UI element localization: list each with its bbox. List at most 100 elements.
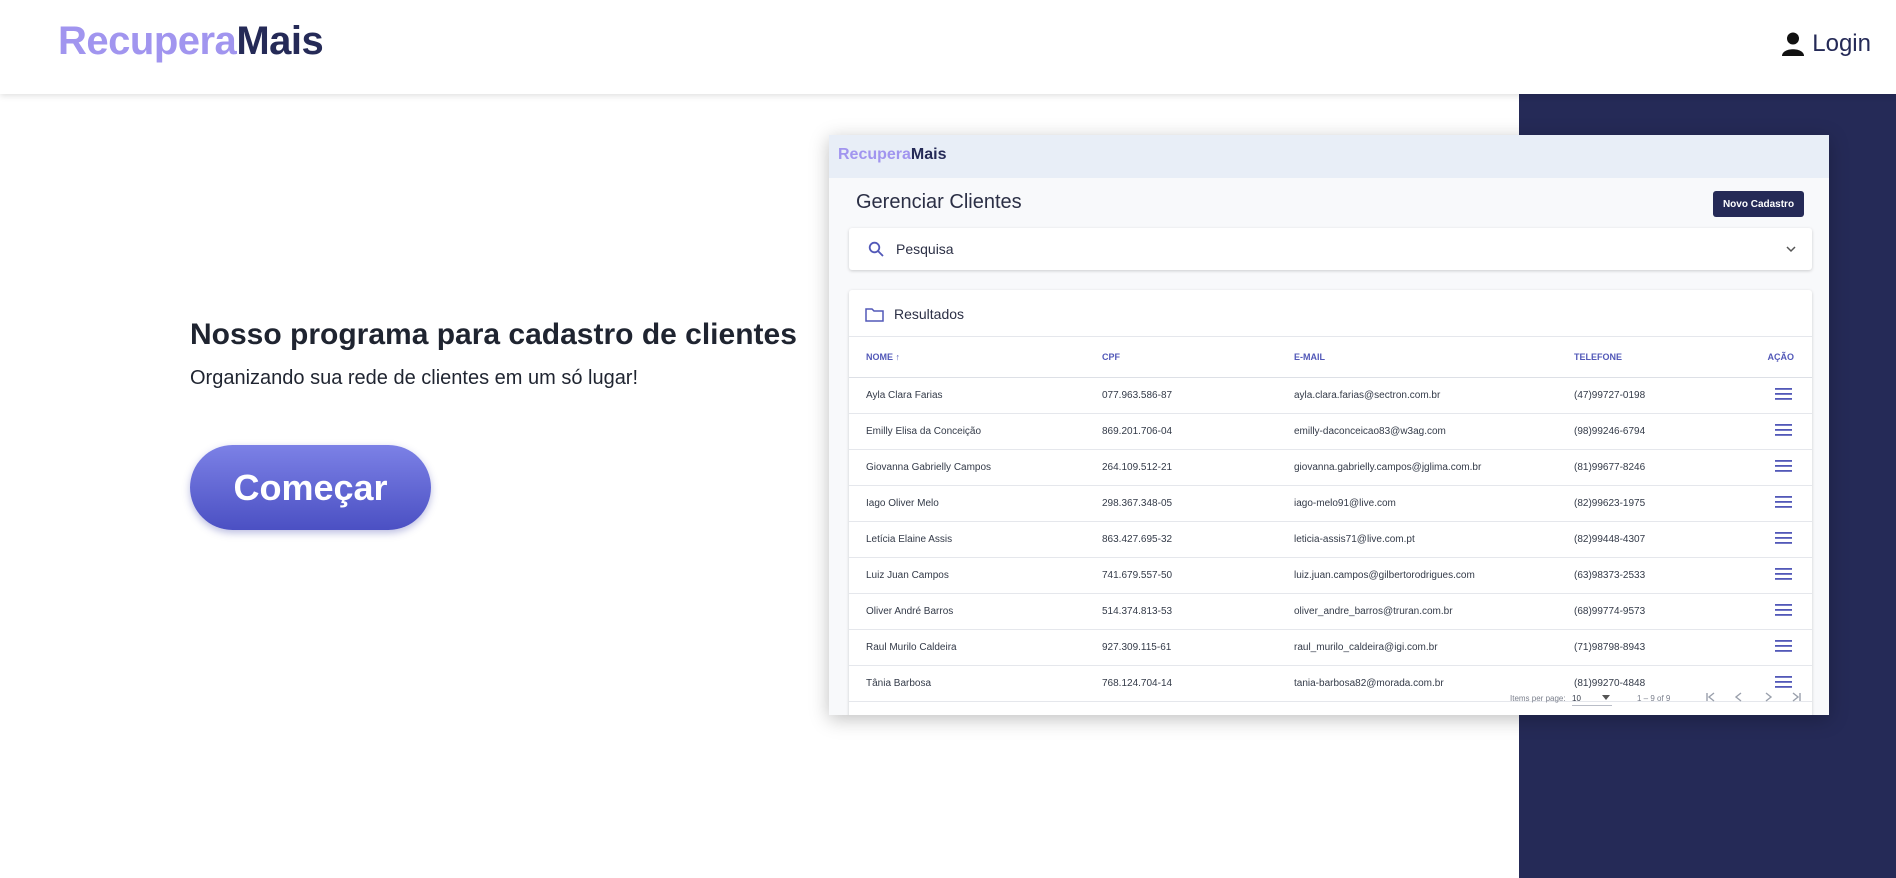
table-row[interactable]: Iago Oliver Melo 298.367.348-05 iago-melo9… <box>849 485 1812 522</box>
table-row[interactable]: Giovanna Gabrielly Campos 264.109.512-21 g… <box>849 449 1812 486</box>
results-header: Resultados <box>849 290 1812 337</box>
cell-email: emilly-daconceicao83@w3ag.com <box>1293 413 1573 450</box>
page-range-label: 1 – 9 of 9 <box>1637 694 1671 703</box>
preview-page-title: Gerenciar Clientes <box>856 191 1022 213</box>
cell-name: Ayla Clara Farias <box>849 377 1101 414</box>
previous-page-icon[interactable] <box>1732 690 1746 704</box>
first-page-icon[interactable] <box>1704 690 1718 704</box>
cell-cpf: 927.309.115-61 <box>1101 629 1293 666</box>
preview-brand-part1: Recupera <box>838 146 911 163</box>
table-row[interactable]: Raul Murilo Caldeira 927.309.115-61 raul_m… <box>849 629 1812 666</box>
cell-action <box>1740 485 1812 522</box>
brand-logo[interactable]: RecuperaMais <box>58 19 324 64</box>
folder-icon <box>865 308 884 322</box>
cell-email: iago-melo91@live.com <box>1293 485 1573 522</box>
cell-email: ayla.clara.farias@sectron.com.br <box>1293 377 1573 414</box>
menu-icon[interactable] <box>1775 388 1792 400</box>
cell-phone: (68)99774-9573 <box>1573 593 1740 630</box>
person-icon <box>1782 32 1805 56</box>
cell-cpf: 514.374.813-53 <box>1101 593 1293 630</box>
items-per-page-value: 10 <box>1572 694 1581 703</box>
cell-email: oliver_andre_barros@truran.com.br <box>1293 593 1573 630</box>
search-panel[interactable]: Pesquisa <box>849 228 1812 270</box>
cell-action <box>1740 449 1812 486</box>
hero-subtitle: Organizando sua rede de clientes em um s… <box>190 367 639 389</box>
cell-cpf: 741.679.557-50 <box>1101 557 1293 594</box>
hero-title: Nosso programa para cadastro de clientes <box>190 318 797 351</box>
paginator: Items per page: 10 1 – 9 of 9 <box>849 684 1812 714</box>
column-header-name[interactable]: NOME ↑ <box>849 337 1101 378</box>
dropdown-arrow-icon <box>1602 695 1610 700</box>
sort-arrow-up-icon: ↑ <box>895 352 901 362</box>
app-preview-screenshot: RecuperaMais Gerenciar Clientes Novo Cad… <box>829 135 1829 715</box>
cell-phone: (81)99677-8246 <box>1573 449 1740 486</box>
search-label: Pesquisa <box>896 241 954 257</box>
menu-icon[interactable] <box>1775 460 1792 472</box>
cell-name: Oliver André Barros <box>849 593 1101 630</box>
chevron-down-icon[interactable] <box>1786 245 1796 253</box>
brand-part1: Recupera <box>58 19 237 63</box>
login-label: Login <box>1812 30 1871 57</box>
cell-phone: (98)99246-6794 <box>1573 413 1740 450</box>
column-header-email[interactable]: E-MAIL <box>1293 337 1573 378</box>
results-label: Resultados <box>894 306 965 322</box>
cell-phone: (71)98798-8943 <box>1573 629 1740 666</box>
cell-cpf: 264.109.512-21 <box>1101 449 1293 486</box>
results-panel: Resultados NOME ↑ CPF E-MAIL TELEFONE AÇ… <box>849 290 1812 715</box>
cell-phone: (82)99623-1975 <box>1573 485 1740 522</box>
cell-name: Letícia Elaine Assis <box>849 521 1101 558</box>
cell-phone: (82)99448-4307 <box>1573 521 1740 558</box>
cell-name: Iago Oliver Melo <box>849 485 1101 522</box>
cell-cpf: 077.963.586-87 <box>1101 377 1293 414</box>
cell-action <box>1740 593 1812 630</box>
preview-app-bar: RecuperaMais <box>829 135 1829 178</box>
menu-icon[interactable] <box>1775 568 1792 580</box>
items-per-page-label: Items per page: <box>1510 694 1566 703</box>
table-row[interactable]: Luiz Juan Campos 741.679.557-50 luiz.juan.… <box>849 557 1812 594</box>
menu-icon[interactable] <box>1775 604 1792 616</box>
cell-cpf: 869.201.706-04 <box>1101 413 1293 450</box>
cell-phone: (63)98373-2533 <box>1573 557 1740 594</box>
cell-cpf: 863.427.695-32 <box>1101 521 1293 558</box>
top-navbar: RecuperaMais Login <box>0 0 1896 94</box>
preview-brand-logo: RecuperaMais <box>838 146 947 164</box>
new-client-button[interactable]: Novo Cadastro <box>1713 191 1804 217</box>
cell-email: giovanna.gabrielly.campos@jglima.com.br <box>1293 449 1573 486</box>
menu-icon[interactable] <box>1775 640 1792 652</box>
column-header-action: AÇÃO <box>1740 337 1812 378</box>
cell-name: Raul Murilo Caldeira <box>849 629 1101 666</box>
next-page-icon[interactable] <box>1761 690 1775 704</box>
start-button[interactable]: Começar <box>190 445 431 530</box>
brand-part2: Mais <box>236 19 324 63</box>
cell-name: Emilly Elisa da Conceição <box>849 413 1101 450</box>
table-header-row: NOME ↑ CPF E-MAIL TELEFONE AÇÃO <box>849 337 1812 378</box>
menu-icon[interactable] <box>1775 496 1792 508</box>
cell-action <box>1740 377 1812 414</box>
column-header-cpf[interactable]: CPF <box>1101 337 1293 378</box>
table-row[interactable]: Letícia Elaine Assis 863.427.695-32 letici… <box>849 521 1812 558</box>
cell-cpf: 298.367.348-05 <box>1101 485 1293 522</box>
cell-action <box>1740 629 1812 666</box>
cell-name: Luiz Juan Campos <box>849 557 1101 594</box>
table-row[interactable]: Ayla Clara Farias 077.963.586-87 ayla.clar… <box>849 377 1812 414</box>
menu-icon[interactable] <box>1775 424 1792 436</box>
search-icon <box>868 241 884 257</box>
cell-email: luiz.juan.campos@gilbertorodrigues.com <box>1293 557 1573 594</box>
cell-email: raul_murilo_caldeira@igi.com.br <box>1293 629 1573 666</box>
cell-action <box>1740 557 1812 594</box>
clients-table: NOME ↑ CPF E-MAIL TELEFONE AÇÃO Ayla Cla… <box>849 337 1812 702</box>
cell-name: Giovanna Gabrielly Campos <box>849 449 1101 486</box>
column-name-label: NOME <box>866 352 893 362</box>
cell-action <box>1740 413 1812 450</box>
menu-icon[interactable] <box>1775 532 1792 544</box>
preview-brand-part2: Mais <box>910 146 947 163</box>
table-row[interactable]: Emilly Elisa da Conceição 869.201.706-04 e… <box>849 413 1812 450</box>
cell-action <box>1740 521 1812 558</box>
cell-email: leticia-assis71@live.com.pt <box>1293 521 1573 558</box>
column-header-phone[interactable]: TELEFONE <box>1573 337 1740 378</box>
items-per-page-select[interactable]: 10 <box>1572 689 1612 706</box>
table-row[interactable]: Oliver André Barros 514.374.813-53 oliver_… <box>849 593 1812 630</box>
last-page-icon[interactable] <box>1789 690 1803 704</box>
cell-phone: (47)99727-0198 <box>1573 377 1740 414</box>
login-button[interactable]: Login <box>1782 30 1871 58</box>
